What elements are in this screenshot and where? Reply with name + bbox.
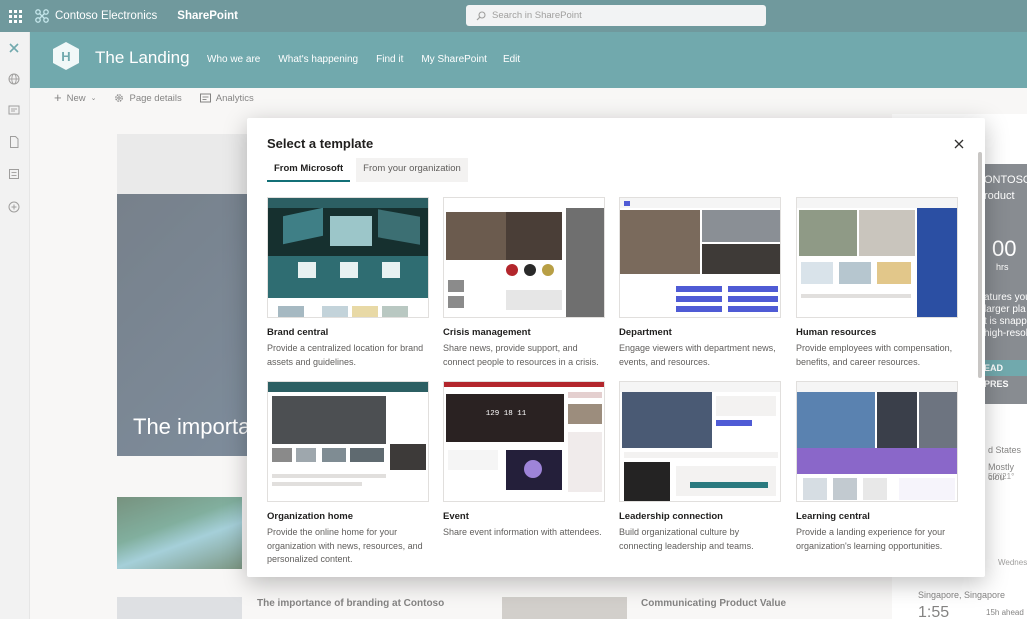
template-card-leadership-connection[interactable]: Leadership connection Build organization… (619, 381, 781, 553)
template-title: Crisis management (443, 327, 531, 338)
template-description: Build organizational culture by connecti… (619, 527, 754, 551)
template-description: Share news, provide support, and connect… (443, 343, 599, 367)
template-thumbnail (443, 197, 605, 318)
template-thumbnail (796, 381, 958, 502)
template-description: Provide the online home for your organiz… (267, 527, 423, 564)
scrollbar[interactable] (978, 152, 982, 378)
template-description: Provide a centralized location for brand… (267, 343, 424, 367)
template-title: Human resources (796, 327, 877, 338)
template-thumbnail (796, 197, 958, 318)
template-card-human-resources[interactable]: Human resources Provide employees with c… (796, 197, 958, 369)
template-description: Provide employees with compensation, ben… (796, 343, 953, 367)
template-thumbnail (267, 381, 429, 502)
template-title: Department (619, 327, 672, 338)
event-countdown: 129 18 11 (485, 410, 527, 418)
template-card-organization-home[interactable]: Organization home Provide the online hom… (267, 381, 429, 567)
template-title: Learning central (796, 511, 870, 522)
template-thumbnail: 129 18 11 (443, 381, 605, 502)
template-description: Provide a landing experience for your or… (796, 527, 946, 551)
template-tabs: From Microsoft From your organization (267, 158, 468, 182)
template-card-event[interactable]: 129 18 11 Event Share event information … (443, 381, 605, 540)
template-thumbnail (619, 197, 781, 318)
template-thumbnail (267, 197, 429, 318)
template-title: Event (443, 511, 469, 522)
template-card-brand-central[interactable]: Brand central Provide a centralized loca… (267, 197, 429, 369)
template-title: Brand central (267, 327, 329, 338)
template-card-learning-central[interactable]: Learning central Provide a landing exper… (796, 381, 958, 553)
template-title: Organization home (267, 511, 354, 522)
close-icon[interactable] (952, 137, 966, 151)
template-card-crisis-management[interactable]: Crisis management Share news, provide su… (443, 197, 605, 369)
tab-from-microsoft[interactable]: From Microsoft (267, 158, 351, 182)
template-title: Leadership connection (619, 511, 723, 522)
template-thumbnail (619, 381, 781, 502)
template-description: Engage viewers with department news, eve… (619, 343, 776, 367)
select-template-dialog: Select a template From Microsoft From yo… (247, 118, 985, 577)
dialog-title: Select a template (267, 136, 374, 151)
tab-from-your-organization[interactable]: From your organization (356, 158, 468, 182)
template-card-department[interactable]: Department Engage viewers with departmen… (619, 197, 781, 369)
template-description: Share event information with attendees. (443, 527, 602, 537)
